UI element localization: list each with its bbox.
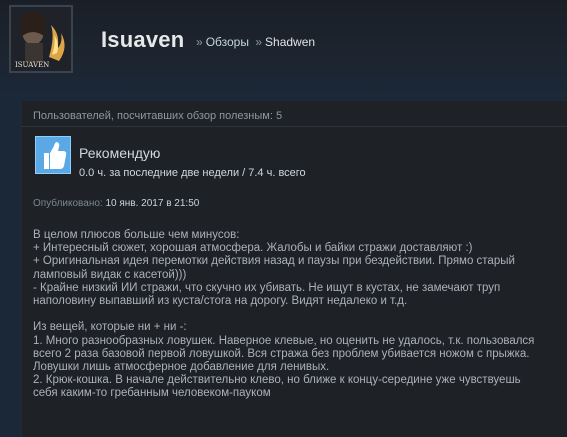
review-line: 1. Много разнообразных ловушек. Наверное… xyxy=(33,334,535,347)
recommend-box xyxy=(35,136,71,174)
thumbs-up-icon xyxy=(44,142,67,169)
review-line: наполовину выпавший из куста/стога на до… xyxy=(33,295,408,308)
breadcrumb-separator: » xyxy=(196,35,203,49)
breadcrumb-separator: » xyxy=(255,35,263,49)
review-line: + Оригинальная идея перемотки действия н… xyxy=(33,255,515,268)
review-line: 2. Крюк-кошка. В начале действительно кл… xyxy=(33,374,521,387)
review-line: Из вещей, которые ни + ни -: xyxy=(33,321,187,334)
review-line: - Крайне низкий ИИ стражи, что скучно их… xyxy=(33,281,501,294)
avatar-caption: ISUAVEN xyxy=(15,61,49,69)
review-line: ламповый видак с касетой))) xyxy=(33,268,187,281)
recommendation-verdict[interactable]: Рекомендую xyxy=(79,145,160,161)
review-text: В целом плюсов больше чем минусов: + Инт… xyxy=(33,229,563,401)
review-line: себя каким-то гребанным человеком-пауком xyxy=(33,387,271,400)
profile-header: ISUAVEN Isuaven » Обзоры » Shadwen xyxy=(0,0,567,100)
review-line: Ловушки лишь атмосферное добавление для … xyxy=(33,361,330,374)
breadcrumb-game-link[interactable]: Shadwen xyxy=(265,35,315,49)
avatar[interactable]: ISUAVEN xyxy=(9,5,73,73)
review-line: В целом плюсов больше чем минусов: xyxy=(33,229,240,241)
review-line: всего 2 раза базовой первой ловушкой. Вс… xyxy=(33,347,530,360)
breadcrumb: » Обзоры » Shadwen xyxy=(193,35,315,49)
posted-label: Опубликовано: xyxy=(33,198,103,209)
helpful-count: Пользователей, посчитавших обзор полезны… xyxy=(33,110,283,122)
divider xyxy=(21,126,567,127)
posted-date-value: 10 янв. 2017 в 21:50 xyxy=(105,198,200,209)
avatar-image: ISUAVEN xyxy=(11,7,71,71)
review-line xyxy=(33,308,563,321)
review-line: + Интересный сюжет, хорошая атмосфера. Ж… xyxy=(33,242,473,255)
breadcrumb-reviews-link[interactable]: Обзоры xyxy=(206,35,249,49)
playtime-hours: 0.0 ч. за последние две недели / 7.4 ч. … xyxy=(79,167,306,179)
persona-name[interactable]: Isuaven xyxy=(101,27,184,53)
posted-date: Опубликовано: 10 янв. 2017 в 21:50 xyxy=(33,198,199,209)
